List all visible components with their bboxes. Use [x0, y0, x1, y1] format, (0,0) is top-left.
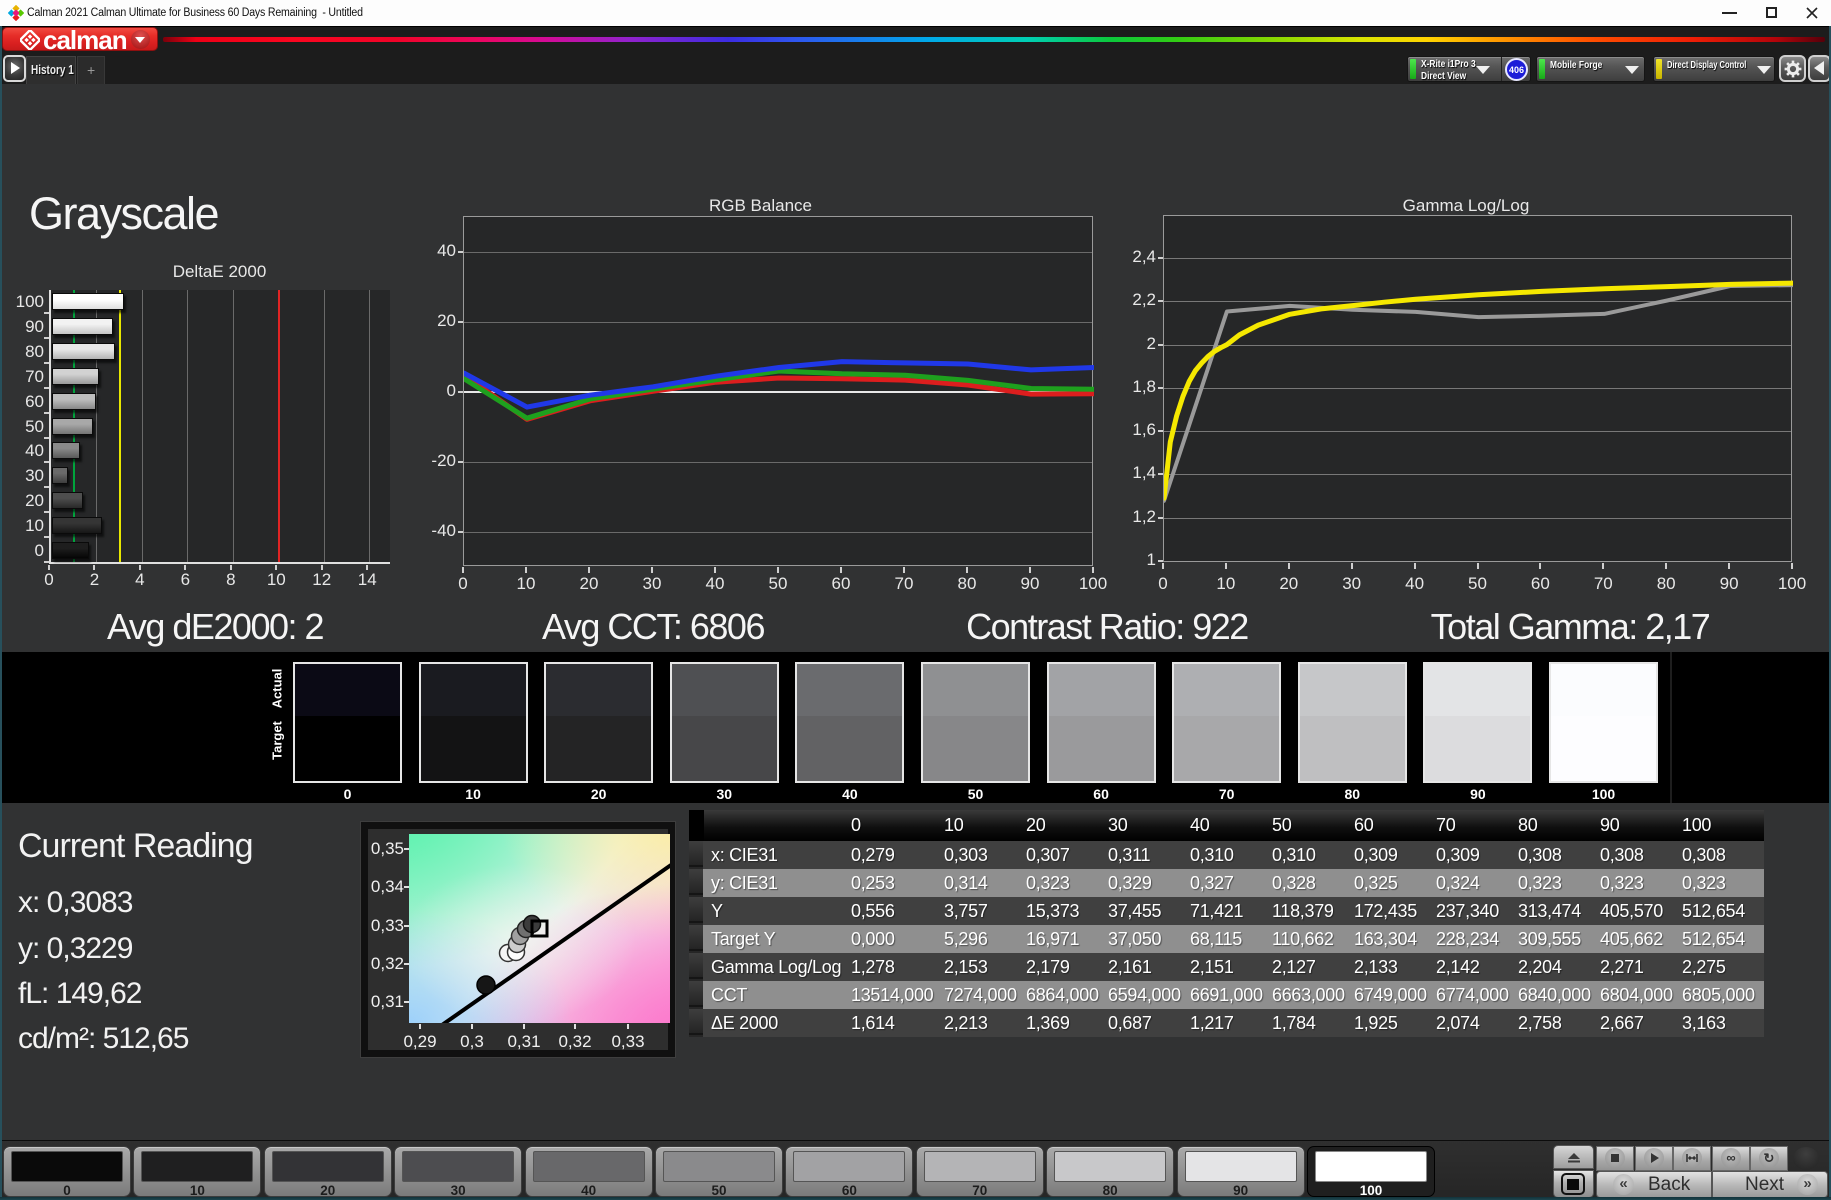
- svg-text:↻: ↻: [1764, 1151, 1775, 1166]
- svg-text:∞: ∞: [1726, 1150, 1735, 1165]
